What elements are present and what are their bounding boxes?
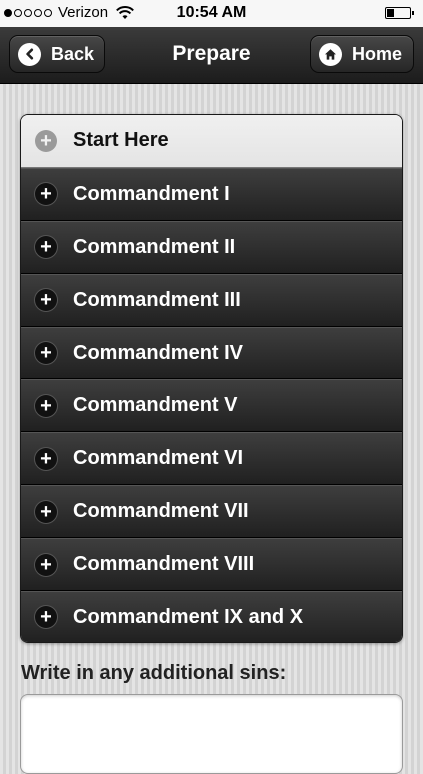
chevron-left-icon	[18, 42, 41, 66]
status-time: 10:54 AM	[176, 4, 247, 21]
list-item[interactable]: + Start Here	[21, 115, 402, 168]
list-item-label: Commandment VII	[73, 500, 249, 523]
list-item-label: Commandment IV	[73, 341, 244, 364]
list-item-label: Commandment III	[73, 288, 241, 311]
list-item-label: Commandment IX and X	[73, 605, 304, 628]
list-item[interactable]: + Commandment VIII	[21, 538, 402, 592]
expand-plus-icon: +	[35, 553, 57, 576]
expand-plus-icon: +	[35, 183, 57, 206]
list-item[interactable]: + Commandment IX and X	[21, 591, 402, 642]
commandment-list: + Start Here + Commandment I + Commandment II…	[20, 114, 403, 643]
expand-plus-icon: +	[35, 606, 57, 629]
home-icon	[319, 42, 342, 66]
expand-plus-icon: +	[35, 447, 57, 470]
expand-plus-icon: +	[35, 342, 57, 364]
list-item[interactable]: + Commandment VI	[21, 432, 402, 486]
battery-icon	[385, 7, 414, 19]
expand-plus-icon: +	[35, 236, 57, 259]
list-item[interactable]: + Commandment II	[21, 220, 402, 274]
home-button-label: Home	[352, 43, 403, 64]
list-item[interactable]: + Commandment VII	[21, 485, 402, 539]
list-item-label: Commandment VIII	[73, 553, 255, 576]
list-item-label: Commandment VI	[73, 447, 244, 470]
expand-plus-icon: +	[35, 394, 57, 417]
list-item-label: Commandment I	[73, 182, 230, 205]
home-button[interactable]: Home	[310, 35, 414, 73]
battery-fill	[387, 9, 395, 17]
list-item-label: Commandment II	[73, 235, 236, 258]
additional-sins-textarea[interactable]	[20, 694, 403, 774]
expand-plus-icon: +	[35, 129, 57, 152]
status-bar: Verizon 10:54 AM	[0, 0, 423, 27]
list-item-label: Start Here	[73, 129, 169, 152]
list-item[interactable]: + Commandment III	[21, 273, 402, 327]
list-item[interactable]: + Commandment I	[21, 167, 402, 221]
navigation-bar: Prepare Back Home	[0, 27, 423, 84]
back-button[interactable]: Back	[9, 35, 105, 73]
list-item-label: Commandment V	[73, 394, 238, 417]
additional-sins-label: Write in any additional sins:	[21, 662, 287, 684]
list-item[interactable]: + Commandment V	[21, 379, 402, 433]
expand-plus-icon: +	[35, 500, 57, 523]
list-item[interactable]: + Commandment IV	[21, 326, 402, 380]
expand-plus-icon: +	[35, 289, 57, 312]
back-button-label: Back	[51, 43, 95, 64]
